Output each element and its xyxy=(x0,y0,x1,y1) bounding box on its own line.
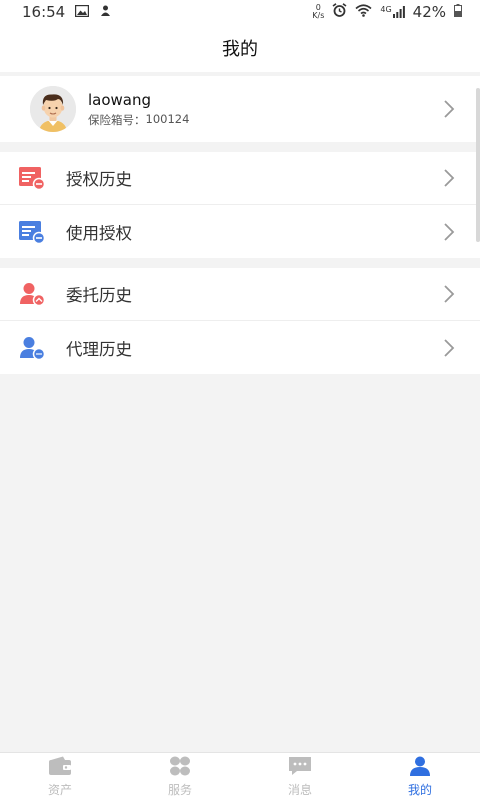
menu-item-auth-history[interactable]: 授权历史 xyxy=(0,152,480,205)
auth-history-icon xyxy=(18,165,46,191)
policy-number-line: 保险箱号： 100124 xyxy=(88,112,189,128)
tab-label: 消息 xyxy=(287,782,312,797)
menu-group-delegation: 委托历史 代理历史 xyxy=(0,268,480,374)
network-type: 4G xyxy=(380,5,392,14)
menu-item-label: 委托历史 xyxy=(66,286,132,305)
menu-item-entrust-history[interactable]: 委托历史 xyxy=(0,268,480,321)
menu-item-agent-history[interactable]: 代理历史 xyxy=(0,321,480,374)
avatar[interactable] xyxy=(30,86,76,132)
bottom-tab-bar: 资产 服务 消息 我的 xyxy=(0,752,480,800)
policy-number: 100124 xyxy=(145,112,190,126)
grid-icon xyxy=(169,756,191,780)
chevron-right-icon xyxy=(442,221,456,243)
menu-item-use-auth[interactable]: 使用授权 xyxy=(0,205,480,258)
entrust-history-icon xyxy=(18,281,46,307)
user-icon xyxy=(409,756,431,780)
chevron-right-icon xyxy=(442,337,456,359)
page-title: 我的 xyxy=(222,39,258,60)
chevron-right-icon xyxy=(442,98,456,120)
status-time: 16:54 xyxy=(22,3,66,21)
menu-group-authorization: 授权历史 使用授权 xyxy=(0,152,480,258)
alarm-icon xyxy=(332,3,347,21)
notification-icon xyxy=(99,3,112,21)
menu-item-label: 代理历史 xyxy=(66,339,132,359)
tab-label: 资产 xyxy=(47,782,72,797)
tab-assets[interactable]: 资产 xyxy=(0,753,120,800)
menu-item-label: 使用授权 xyxy=(66,223,132,243)
tab-label: 服务 xyxy=(167,782,192,797)
profile-info: laowang 保险箱号： 100124 xyxy=(88,90,189,128)
use-auth-icon xyxy=(18,219,46,245)
message-icon xyxy=(288,756,312,780)
username: laowang xyxy=(88,91,152,109)
agent-history-icon xyxy=(18,335,46,361)
scrollbar-thumb[interactable] xyxy=(476,88,480,242)
chevron-right-icon xyxy=(442,167,456,189)
tab-services[interactable]: 服务 xyxy=(120,753,240,800)
battery-percent: 42% xyxy=(412,3,446,21)
signal-indicator: 4G xyxy=(380,5,405,18)
menu-item-label: 授权历史 xyxy=(66,170,132,189)
gallery-icon xyxy=(75,3,90,21)
policy-number-label: 保险箱号： xyxy=(88,113,146,127)
net-speed-unit: K/s xyxy=(312,11,325,20)
tab-mine[interactable]: 我的 xyxy=(360,753,480,800)
tab-label: 我的 xyxy=(407,782,432,797)
wallet-icon xyxy=(48,756,72,780)
wifi-icon xyxy=(355,3,372,21)
chevron-right-icon xyxy=(442,283,456,305)
signal-icon xyxy=(392,6,405,18)
page-header: 我的 xyxy=(0,24,480,72)
tab-messages[interactable]: 消息 xyxy=(240,753,360,800)
profile-card[interactable]: laowang 保险箱号： 100124 xyxy=(0,76,480,142)
status-bar: 16:54 0 K/s 4G 42% xyxy=(0,0,480,24)
net-speed: 0 K/s xyxy=(312,4,324,20)
battery-icon xyxy=(454,3,462,21)
